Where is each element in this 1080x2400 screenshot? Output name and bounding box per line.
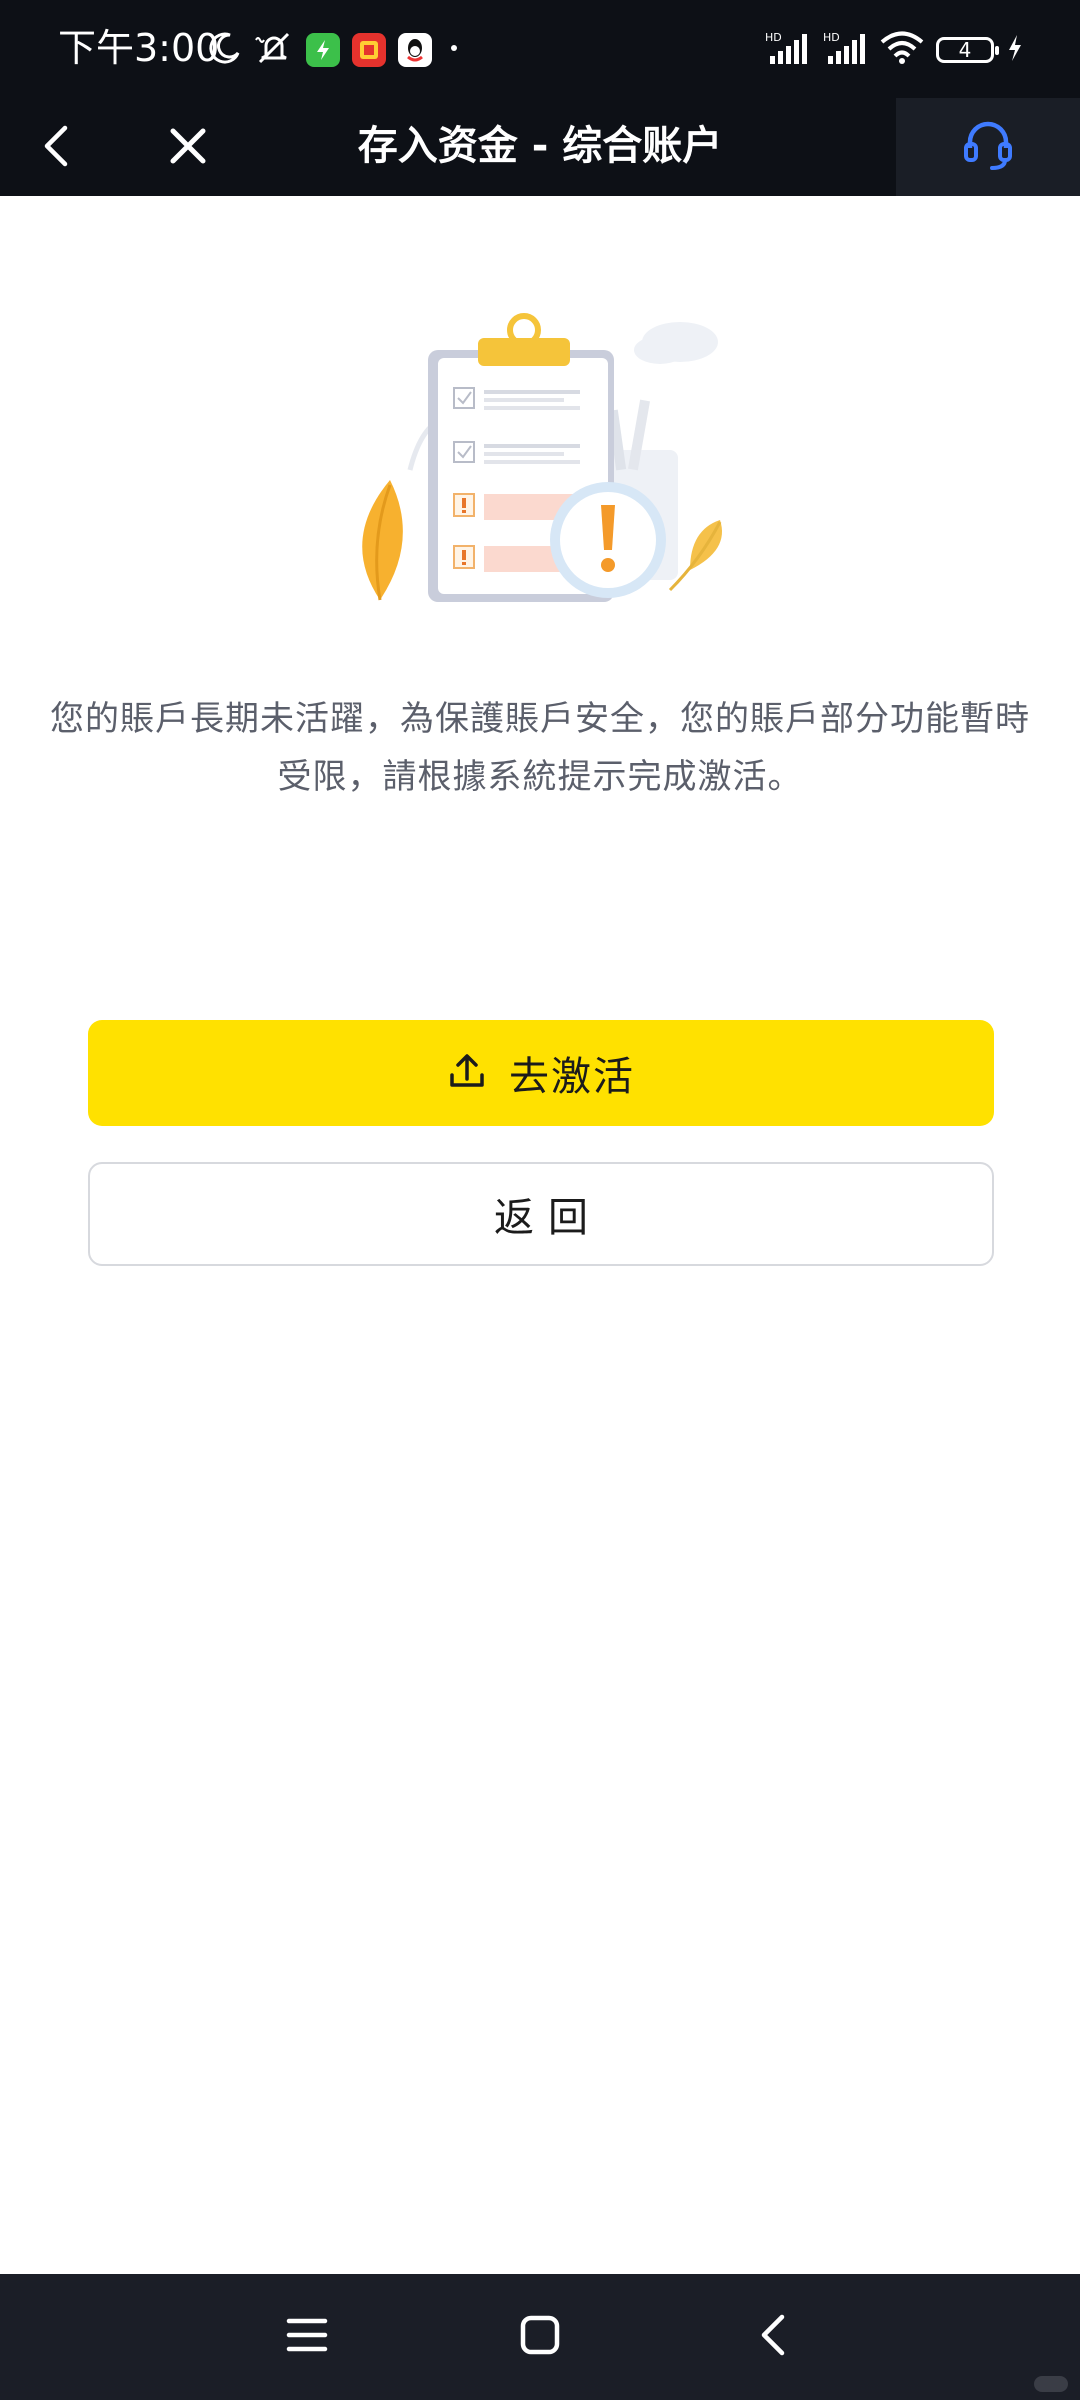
- chevron-left-icon: [41, 124, 71, 172]
- qq-app-icon: [398, 33, 432, 67]
- system-nav-bar: [0, 2274, 1080, 2400]
- signal-1-hd-label: HD: [765, 31, 782, 44]
- close-button[interactable]: [160, 120, 216, 176]
- signal-icon-1: HD: [764, 30, 810, 70]
- close-icon: [168, 126, 208, 170]
- nav-bar: 存入资金 - 综合账户: [0, 98, 1080, 196]
- chevron-left-icon: [758, 2313, 788, 2361]
- signal-2-hd-label: HD: [823, 31, 840, 44]
- return-button[interactable]: 返回: [88, 1162, 994, 1266]
- page: 下午3:00 HD HD 4 存入资金 - 综合账户 您的賬戶長期未活躍，為保護…: [0, 0, 1080, 2400]
- taobao-app-icon: [352, 33, 386, 67]
- page-title: 存入资金 - 综合账户: [357, 123, 723, 169]
- moon-icon: [208, 31, 242, 69]
- customer-support-button[interactable]: [896, 98, 1080, 196]
- charging-icon: [1006, 33, 1024, 67]
- signal-icon-2: HD: [822, 30, 868, 70]
- home-button[interactable]: [507, 2304, 573, 2370]
- status-left-icons: [208, 30, 464, 70]
- account-restricted-illustration: [350, 300, 730, 620]
- wifi-icon: [880, 31, 924, 69]
- return-button-label: 返回: [494, 1195, 602, 1241]
- back-button[interactable]: [28, 120, 84, 176]
- upload-icon: [447, 1051, 487, 1095]
- battery-level: 4: [958, 38, 972, 62]
- bell-muted-icon: [254, 30, 294, 70]
- dot-icon: [444, 38, 464, 62]
- menu-icon: [285, 2315, 329, 2359]
- battery-icon: 4: [936, 37, 999, 63]
- activate-button[interactable]: 去激活: [88, 1020, 994, 1126]
- system-back-button[interactable]: [740, 2304, 806, 2370]
- inactive-account-message: 您的賬戶長期未活躍，為保護賬戶安全，您的賬戶部分功能暫時受限，請根據系統提示完成…: [50, 699, 1030, 797]
- recent-apps-button[interactable]: [274, 2304, 340, 2370]
- green-app-icon: [306, 33, 340, 67]
- home-square-icon: [519, 2314, 561, 2360]
- status-right-icons: HD HD 4: [764, 30, 1024, 70]
- status-bar: 下午3:00 HD HD 4: [0, 0, 1080, 98]
- status-time: 下午3:00: [58, 26, 220, 70]
- activate-button-label: 去激活: [509, 1054, 635, 1100]
- headset-icon: [962, 118, 1014, 176]
- watermark-badge: [1034, 2376, 1068, 2392]
